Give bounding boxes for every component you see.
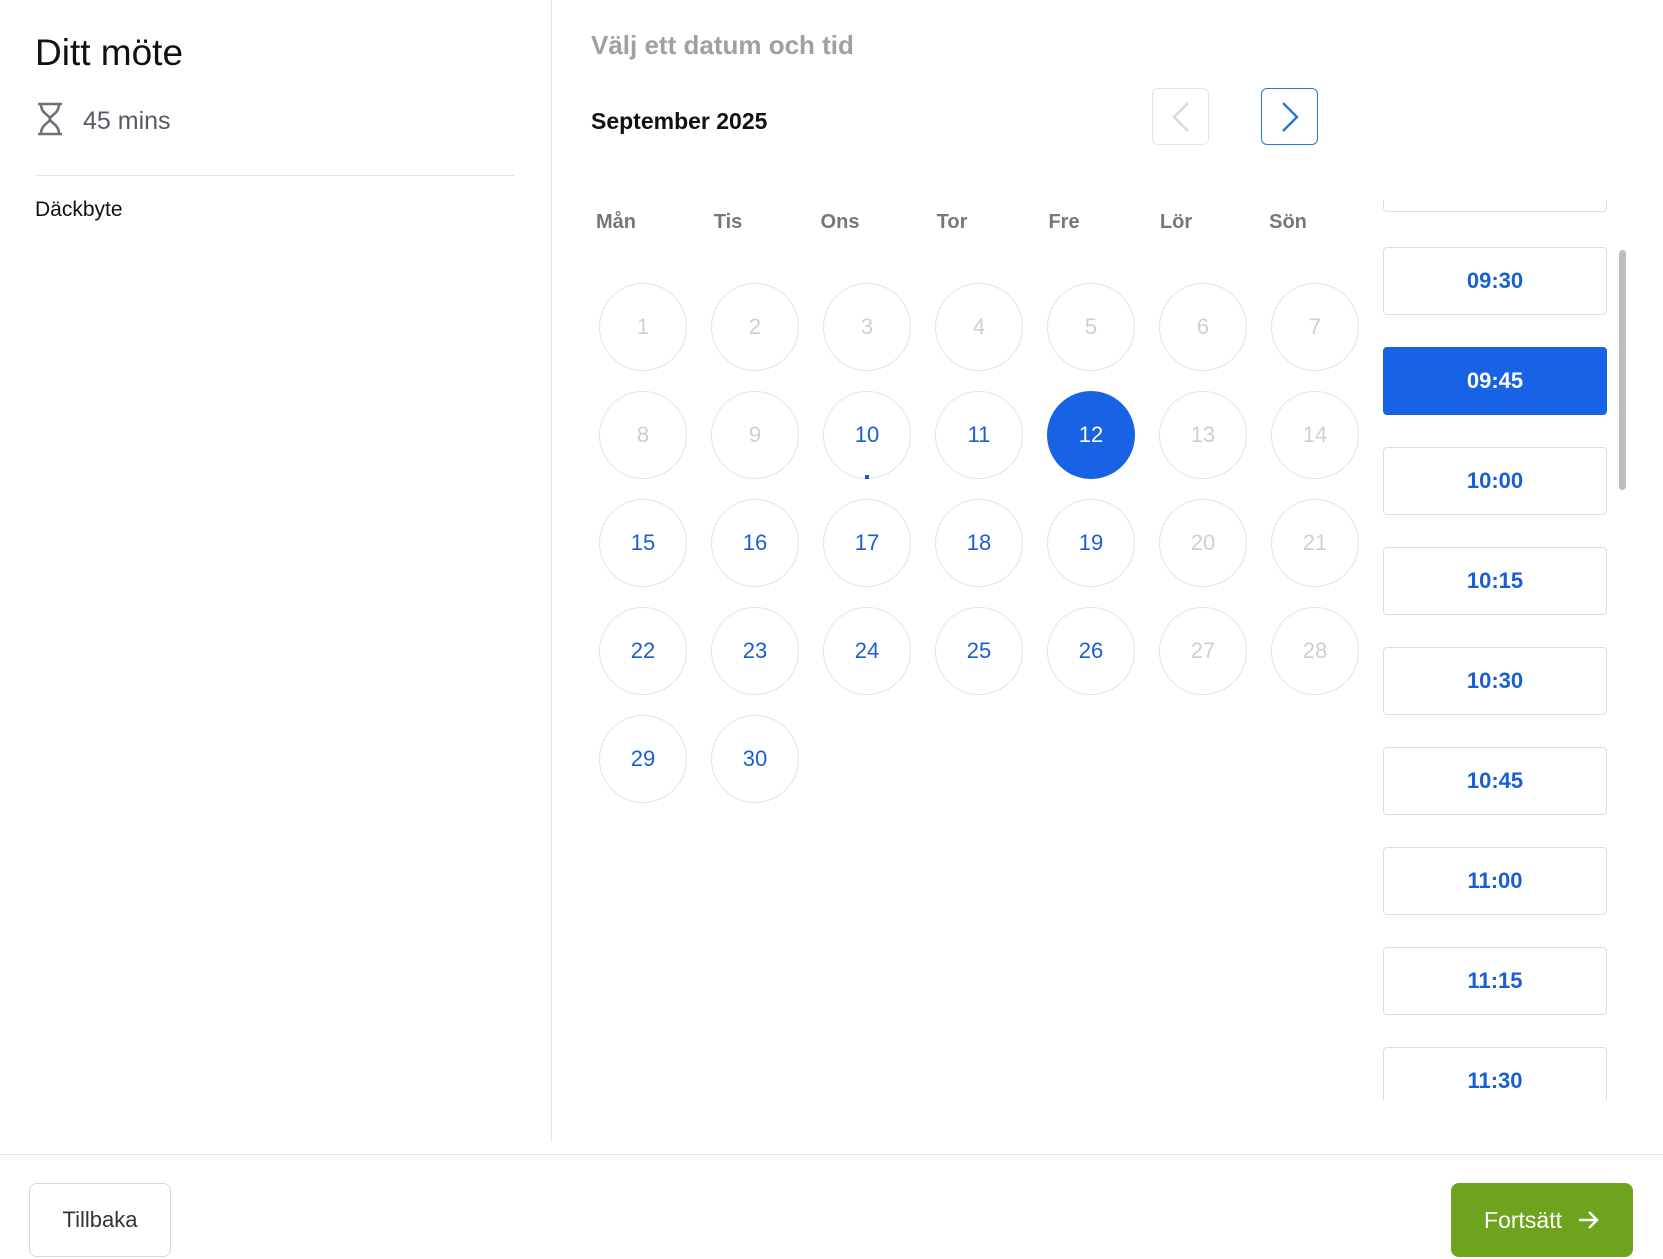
calendar-day: 28	[1271, 607, 1359, 695]
calendar-day: 3	[823, 283, 911, 371]
weekday-label: Fre	[1048, 211, 1080, 233]
calendar-day: 13	[1159, 391, 1247, 479]
hourglass-icon	[35, 102, 65, 141]
weekday-label: Ons	[820, 211, 860, 233]
weekday-label: Lör	[1159, 211, 1193, 233]
section-heading: Välj ett datum och tid	[591, 30, 854, 60]
calendar-day-label: 25	[966, 638, 992, 663]
meeting-title: Ditt möte	[35, 32, 184, 73]
calendar-day-label: 5	[1084, 314, 1098, 339]
arrow-right-icon	[1578, 1211, 1599, 1229]
calendar-day-label: 1	[636, 314, 650, 339]
calendar-day-label: 10	[854, 422, 880, 447]
calendar-day-label: 9	[748, 422, 762, 447]
previous-month-button[interactable]	[1152, 88, 1209, 145]
time-slot[interactable]: 10:45	[1383, 747, 1607, 815]
duration-row: 45 mins	[35, 102, 171, 141]
calendar-day[interactable]: 23	[711, 607, 799, 695]
calendar-day: 9	[711, 391, 799, 479]
next-month-button[interactable]	[1261, 88, 1318, 145]
calendar-day[interactable]: 24	[823, 607, 911, 695]
calendar-day-label: 23	[742, 638, 768, 663]
time-slot[interactable]: 09:30	[1383, 247, 1607, 315]
calendar-day: 1	[599, 283, 687, 371]
time-slot[interactable]: 10:30	[1383, 647, 1607, 715]
time-slot[interactable]: 10:15	[1383, 547, 1607, 615]
calendar-day: 4	[935, 283, 1023, 371]
calendar-day-label: 17	[854, 530, 880, 555]
service-name: Däckbyte	[35, 198, 123, 221]
calendar-day[interactable]: 11	[935, 391, 1023, 479]
calendar-day[interactable]: 29	[599, 715, 687, 803]
calendar-day-label: 16	[742, 530, 768, 555]
calendar-day-label: 18	[966, 530, 992, 555]
calendar-day-label: 2	[748, 314, 762, 339]
calendar-day[interactable]: 22	[599, 607, 687, 695]
time-slot[interactable]: 11:30	[1383, 1047, 1607, 1100]
calendar-day[interactable]: 25	[935, 607, 1023, 695]
weekday-label: Tor	[936, 211, 968, 233]
divider	[35, 175, 514, 176]
calendar-day: 5	[1047, 283, 1135, 371]
calendar-day-label: 28	[1302, 638, 1328, 663]
month-label: September 2025	[591, 108, 768, 134]
calendar-day[interactable]: 18	[935, 499, 1023, 587]
calendar-day-label: 14	[1302, 422, 1328, 447]
time-slot-partial[interactable]	[1383, 200, 1607, 212]
chevron-right-icon	[1281, 101, 1299, 132]
calendar-day[interactable]: 17	[823, 499, 911, 587]
time-slot-selected[interactable]: 09:45	[1383, 347, 1607, 415]
time-slot-scrollbar[interactable]	[1619, 250, 1626, 490]
calendar-day-label: 27	[1190, 638, 1216, 663]
time-slot[interactable]: 10:00	[1383, 447, 1607, 515]
calendar-day-label: 21	[1302, 530, 1328, 555]
weekday-label: Sön	[1269, 211, 1307, 233]
weekday-label: Tis	[713, 211, 743, 233]
calendar-day[interactable]: 30	[711, 715, 799, 803]
weekday-label: Mån	[596, 211, 636, 233]
calendar-day: 6	[1159, 283, 1247, 371]
continue-label: Fortsätt	[1484, 1206, 1562, 1233]
calendar-day-label: 22	[630, 638, 656, 663]
continue-button[interactable]: Fortsätt	[1451, 1183, 1633, 1257]
back-button[interactable]: Tillbaka	[29, 1183, 171, 1257]
calendar-day-label: 29	[630, 746, 656, 771]
duration-text: 45 mins	[83, 107, 171, 135]
calendar-day-label: 4	[972, 314, 986, 339]
meeting-info-panel: Ditt möte 45 mins Däckbyte	[0, 0, 552, 1142]
calendar-day[interactable]: 10	[823, 391, 911, 479]
today-indicator	[865, 475, 869, 479]
calendar-day-label: 13	[1190, 422, 1216, 447]
calendar-day-label: 19	[1078, 530, 1104, 555]
calendar-day[interactable]: 26	[1047, 607, 1135, 695]
chevron-left-icon	[1171, 101, 1189, 132]
calendar-day-label: 24	[854, 638, 880, 663]
calendar-day-label: 30	[742, 746, 768, 771]
calendar-day: 7	[1271, 283, 1359, 371]
calendar-day-label: 11	[967, 422, 991, 447]
calendar-day-selected[interactable]: 12	[1047, 391, 1135, 479]
calendar-day[interactable]: 19	[1047, 499, 1135, 587]
time-slot[interactable]: 11:00	[1383, 847, 1607, 915]
calendar-day-label: 15	[630, 530, 656, 555]
calendar-day-label: 20	[1190, 530, 1216, 555]
time-slot-list[interactable]: 09:30 09:45 10:00 10:15 10:30 10:45 11:00 11:15…	[1370, 200, 1622, 1100]
footer-divider	[0, 1154, 1663, 1155]
time-slot[interactable]: 11:15	[1383, 947, 1607, 1015]
calendar-day: 14	[1271, 391, 1359, 479]
calendar-day-label: 12	[1078, 422, 1104, 447]
calendar-day[interactable]: 16	[711, 499, 799, 587]
calendar-day-label: 26	[1078, 638, 1104, 663]
calendar-day-label: 7	[1308, 314, 1322, 339]
calendar-day: 20	[1159, 499, 1247, 587]
calendar-day: 2	[711, 283, 799, 371]
calendar-day: 27	[1159, 607, 1247, 695]
calendar-day-label: 6	[1196, 314, 1210, 339]
calendar-day[interactable]: 15	[599, 499, 687, 587]
calendar-day-label: 8	[636, 422, 650, 447]
calendar-day: 21	[1271, 499, 1359, 587]
calendar-day-label: 3	[860, 314, 874, 339]
calendar-day: 8	[599, 391, 687, 479]
